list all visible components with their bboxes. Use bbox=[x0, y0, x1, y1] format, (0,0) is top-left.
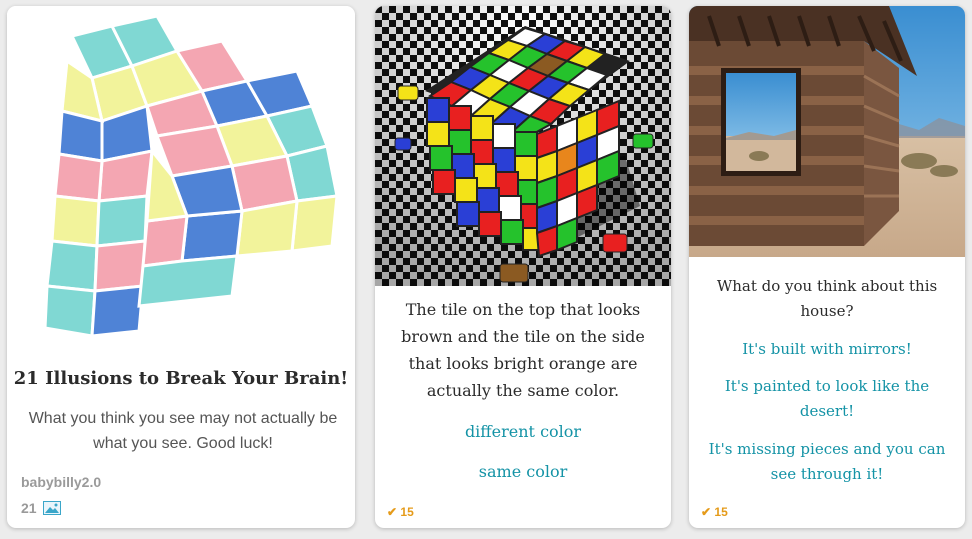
cube-illusion-quiz-card: The tile on the top that looks brown and… bbox=[375, 6, 671, 528]
quiz-question: What do you think about this house? bbox=[716, 277, 938, 320]
vote-count: ✔ 15 bbox=[701, 505, 728, 519]
answer-option-mirrors[interactable]: It's built with mirrors! bbox=[701, 337, 953, 362]
author-name[interactable]: babybilly2.0 bbox=[21, 474, 101, 490]
vote-count: ✔ 15 bbox=[387, 505, 414, 519]
item-count: 21 bbox=[21, 500, 37, 516]
rubiks-cube-checkerboard-image bbox=[375, 6, 671, 286]
quiz-question: The tile on the top that looks brown and… bbox=[401, 300, 645, 400]
item-count-row: 21 bbox=[21, 500, 61, 516]
answer-option-different-color[interactable]: different color bbox=[389, 419, 657, 445]
check-icon: ✔ bbox=[387, 505, 398, 519]
answer-option-painted[interactable]: It's painted to look like the desert! bbox=[701, 374, 953, 424]
collection-title[interactable]: 21 Illusions to Break Your Brain! bbox=[7, 368, 355, 389]
impossible-triangle-image bbox=[7, 6, 355, 351]
illusions-collection-card[interactable]: 21 Illusions to Break Your Brain! What y… bbox=[7, 6, 355, 528]
image-icon bbox=[42, 501, 61, 515]
mirror-house-quiz-card: What do you think about this house? It's… bbox=[689, 6, 965, 528]
mirror-house-desert-image bbox=[689, 6, 965, 257]
vote-count-value: 15 bbox=[714, 505, 728, 519]
check-icon: ✔ bbox=[701, 505, 712, 519]
answer-option-same-color[interactable]: same color bbox=[389, 459, 657, 485]
collection-description: What you think you see may not actually … bbox=[28, 410, 338, 452]
vote-count-value: 15 bbox=[400, 505, 414, 519]
answer-option-missing-pieces[interactable]: It's missing pieces and you can see thro… bbox=[701, 437, 953, 487]
